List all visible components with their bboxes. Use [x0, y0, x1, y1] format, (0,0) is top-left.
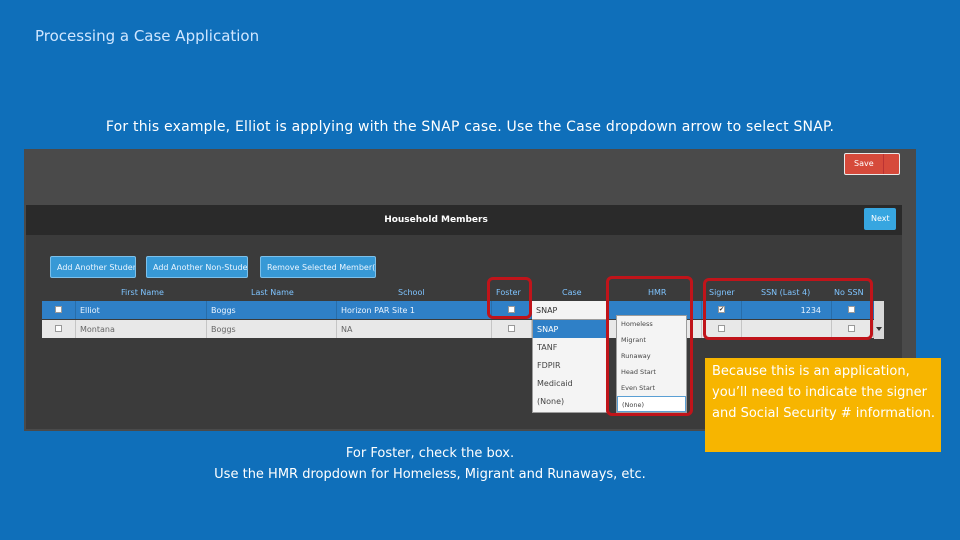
save-dropdown-caret[interactable]	[883, 154, 899, 174]
table-scrollbar[interactable]	[874, 301, 884, 339]
case-option[interactable]: TANF	[533, 338, 606, 356]
foster-checkbox[interactable]	[508, 325, 515, 332]
case-option[interactable]: (None)	[533, 392, 606, 410]
foster-highlight-box	[487, 277, 532, 319]
caption-line-1: For Foster, check the box.	[345, 446, 515, 461]
column-header-school[interactable]: School	[398, 288, 425, 297]
case-dropdown[interactable]: SNAP TANF FDPIR Medicaid (None)	[532, 319, 607, 413]
case-option[interactable]: FDPIR	[533, 356, 606, 374]
callout-box: Because this is an application, you’ll n…	[705, 358, 941, 452]
add-student-button[interactable]: Add Another Student	[50, 256, 136, 278]
case-select[interactable]: SNAP	[532, 301, 608, 319]
next-button[interactable]: Next	[864, 208, 896, 230]
panel-title: Household Members	[384, 215, 488, 225]
last-name-cell[interactable]: Boggs	[207, 320, 337, 338]
save-label: Save	[854, 159, 874, 168]
caption-line-2: Use the HMR dropdown for Homeless, Migra…	[214, 467, 646, 482]
school-cell[interactable]: Horizon PAR Site 1	[337, 301, 492, 319]
first-name-cell[interactable]: Elliot	[76, 301, 207, 319]
last-name-cell[interactable]: Boggs	[207, 301, 337, 319]
caption: For Foster, check the box. Use the HMR d…	[130, 443, 730, 485]
add-non-student-button[interactable]: Add Another Non-Student	[146, 256, 248, 278]
column-header-first-name[interactable]: First Name	[121, 288, 164, 297]
slide-title: Processing a Case Application	[35, 27, 260, 45]
case-option[interactable]: SNAP	[533, 320, 606, 338]
signer-ssn-highlight-box	[703, 278, 873, 340]
school-cell[interactable]: NA	[337, 320, 492, 338]
row-select-checkbox[interactable]	[55, 325, 62, 332]
instruction-text: For this example, Elliot is applying wit…	[105, 119, 835, 135]
save-button[interactable]: Save	[844, 153, 900, 175]
hmr-highlight-box	[606, 276, 693, 416]
scroll-down-arrow-icon[interactable]	[876, 327, 882, 331]
column-header-case[interactable]: Case	[562, 288, 582, 297]
remove-member-button[interactable]: Remove Selected Member(s)	[260, 256, 376, 278]
first-name-cell[interactable]: Montana	[76, 320, 207, 338]
case-option[interactable]: Medicaid	[533, 374, 606, 392]
panel-header: Household Members Next	[26, 205, 902, 235]
row-select-checkbox[interactable]	[55, 306, 62, 313]
column-header-last-name[interactable]: Last Name	[251, 288, 294, 297]
